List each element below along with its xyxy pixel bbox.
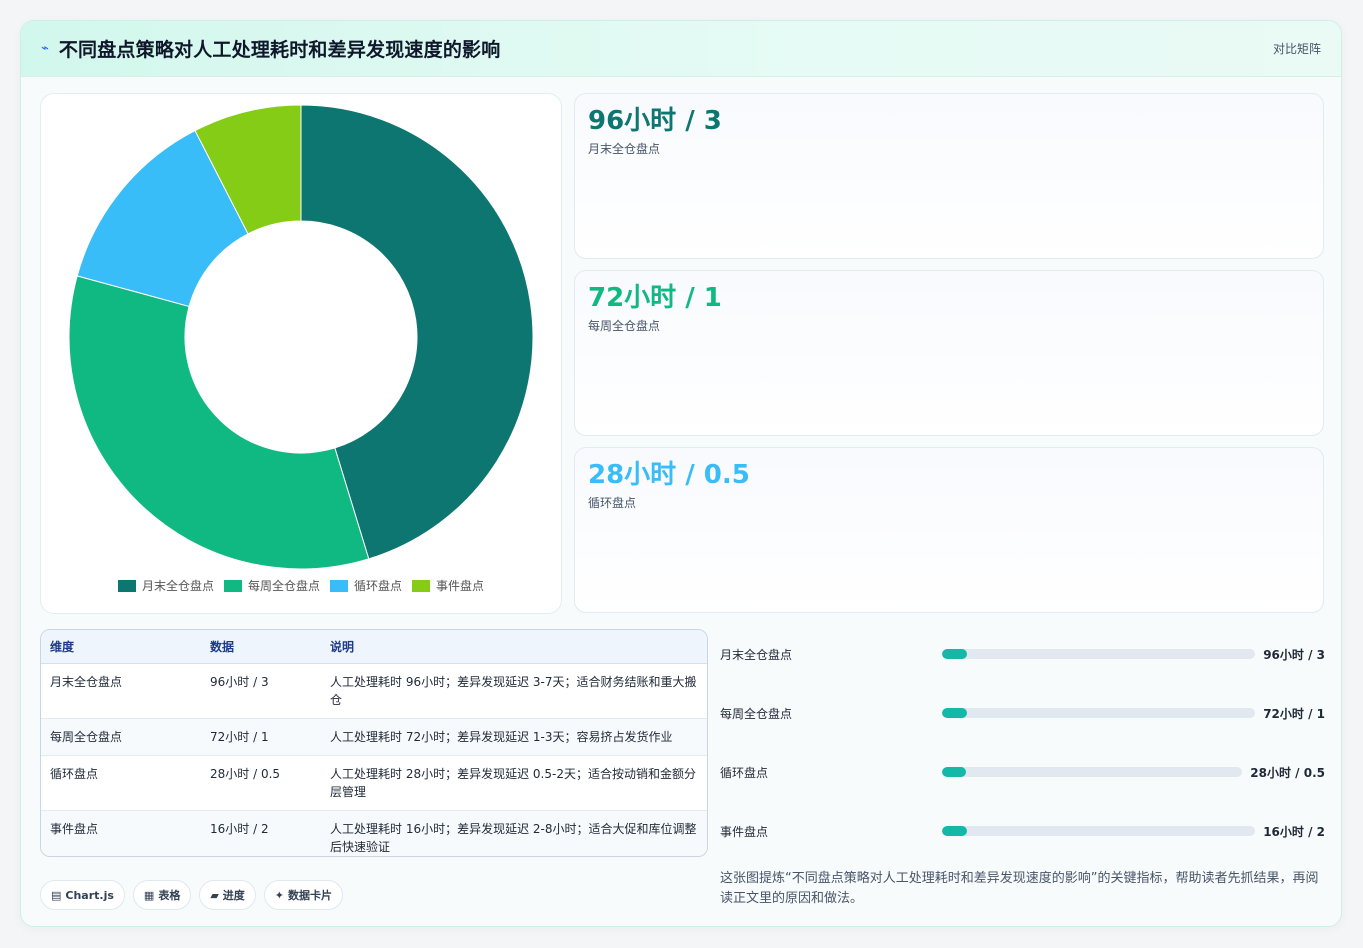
kpi-card: 96小时 / 3 月末全仓盘点: [574, 93, 1324, 259]
legend-item[interactable]: 事件盘点: [412, 577, 484, 594]
chip-label: 数据卡片: [288, 889, 333, 902]
main-card: ⌁ 不同盘点策略对人工处理耗时和差异发现速度的影响 对比矩阵 月末全仓盘点 每周全…: [20, 20, 1342, 927]
progress-value: 72小时 / 1: [1263, 706, 1325, 721]
legend-label: 月末全仓盘点: [141, 579, 214, 593]
kpi-label: 每周全仓盘点: [588, 319, 661, 333]
chip-card[interactable]: ✦ 数据卡片: [263, 880, 344, 910]
progress-value: 16小时 / 2: [1263, 824, 1325, 839]
progress-track: [942, 649, 1256, 659]
table-cell: 每周全仓盘点: [41, 718, 201, 756]
progress-row: 循环盘点 28小时 / 0.5: [720, 762, 1325, 782]
table-header-row: 维度 数据 说明: [41, 630, 707, 664]
kpi-value: 96小时 / 3: [588, 106, 722, 136]
table-header-cell: 说明: [321, 630, 707, 664]
pie-slice[interactable]: [68, 275, 370, 570]
data-table: 维度 数据 说明 月末全仓盘点 96小时 / 3 人工处理耗时 96小时；差异发…: [40, 629, 708, 857]
kpi-value: 72小时 / 1: [588, 283, 722, 313]
title-wrap: ⌁ 不同盘点策略对人工处理耗时和差异发现速度的影响: [41, 35, 500, 62]
chart-panel: 月末全仓盘点 每周全仓盘点 循环盘点 事件盘点: [40, 93, 562, 614]
table-cell: 人工处理耗时 72小时；差异发现延迟 1-3天；容易挤占发货作业: [321, 718, 707, 756]
page-title: 不同盘点策略对人工处理耗时和差异发现速度的影响: [58, 39, 501, 61]
summary-note: 这张图提炼“不同盘点策略对人工处理耗时和差异发现速度的影响”的关键指标，帮助读者…: [720, 871, 1319, 906]
legend-label: 事件盘点: [436, 579, 485, 593]
legend-label: 每周全仓盘点: [247, 579, 320, 593]
table-cell: 人工处理耗时 28小时；差异发现延迟 0.5-2天；适合按动销和金额分层管理: [321, 755, 707, 811]
progress-label: 月末全仓盘点: [720, 647, 793, 662]
donut-chart: [68, 104, 534, 570]
header: ⌁ 不同盘点策略对人工处理耗时和差异发现速度的影响 对比矩阵: [21, 21, 1341, 77]
chart-legend: 月末全仓盘点 每周全仓盘点 循环盘点 事件盘点: [41, 577, 561, 594]
chip-bar: ▤ Chart.js ▦ 表格 ▰ 进度 ✦ 数据卡片: [40, 880, 344, 910]
sparkle-icon: ⌁: [41, 41, 49, 56]
progress-fill: [942, 767, 967, 777]
table-header-cell: 数据: [201, 630, 321, 664]
legend-swatch: [412, 579, 431, 592]
kpi-label: 循环盘点: [588, 496, 637, 510]
chip-table[interactable]: ▦ 表格: [132, 880, 192, 910]
table-row: 循环盘点 28小时 / 0.5 人工处理耗时 28小时；差异发现延迟 0.5-2…: [41, 755, 707, 811]
table-row: 每周全仓盘点 72小时 / 1 人工处理耗时 72小时；差异发现延迟 1-3天；…: [41, 718, 707, 756]
legend-swatch: [330, 579, 348, 592]
chip-progress[interactable]: ▰ 进度: [199, 880, 256, 910]
table-icon: ▦: [143, 888, 155, 902]
legend-item[interactable]: 月末全仓盘点: [117, 577, 214, 594]
chip-chartjs[interactable]: ▤ Chart.js: [40, 880, 125, 910]
kpi-label: 月末全仓盘点: [588, 142, 661, 156]
progress-value: 96小时 / 3: [1263, 647, 1325, 662]
chip-label: Chart.js: [65, 888, 114, 902]
progress-track: [942, 826, 1256, 836]
progress-track: [942, 767, 1243, 777]
table-row: 事件盘点 16小时 / 2 人工处理耗时 16小时；差异发现延迟 2-8小时；适…: [41, 810, 707, 856]
kpi-card: 72小时 / 1 每周全仓盘点: [574, 270, 1324, 436]
card-icon: ✦: [274, 888, 285, 902]
progress-label: 循环盘点: [720, 765, 769, 780]
table-cell: 月末全仓盘点: [41, 663, 201, 719]
chip-label: 进度: [222, 889, 245, 902]
kpi-card: 28小时 / 0.5 循环盘点: [574, 447, 1324, 613]
progress-fill: [942, 708, 968, 718]
progress-fill: [942, 649, 968, 659]
progress-label: 事件盘点: [720, 824, 769, 839]
progress-fill: [942, 826, 968, 836]
progress-label: 每周全仓盘点: [720, 706, 793, 721]
legend-swatch: [223, 579, 242, 592]
legend-item[interactable]: 循环盘点: [330, 577, 402, 594]
legend-item[interactable]: 每周全仓盘点: [223, 577, 320, 594]
progress-row: 每周全仓盘点 72小时 / 1: [720, 703, 1325, 723]
progress-row: 事件盘点 16小时 / 2: [720, 821, 1325, 841]
table-cell: 72小时 / 1: [201, 718, 321, 756]
chip-label: 表格: [158, 889, 181, 902]
table-cell: 28小时 / 0.5: [201, 755, 321, 811]
table-cell: 人工处理耗时 16小时；差异发现延迟 2-8小时；适合大促和库位调整后快速验证: [321, 810, 707, 856]
table-row: 月末全仓盘点 96小时 / 3 人工处理耗时 96小时；差异发现延迟 3-7天；…: [41, 663, 707, 719]
progress-icon: ▰: [210, 888, 219, 902]
table-cell: 96小时 / 3: [201, 663, 321, 719]
progress-track: [942, 708, 1256, 718]
header-badge: 对比矩阵: [1272, 42, 1321, 56]
legend-label: 循环盘点: [354, 579, 403, 593]
kpi-value: 28小时 / 0.5: [588, 460, 750, 490]
legend-swatch: [117, 579, 136, 592]
table-cell: 16小时 / 2: [201, 810, 321, 856]
progress-value: 28小时 / 0.5: [1250, 765, 1325, 780]
progress-row: 月末全仓盘点 96小时 / 3: [720, 644, 1325, 664]
chart-icon: ▤: [51, 888, 62, 902]
table-cell: 循环盘点: [41, 755, 201, 811]
table-cell: 事件盘点: [41, 810, 201, 856]
table-cell: 人工处理耗时 96小时；差异发现延迟 3-7天；适合财务结账和重大搬仓: [321, 663, 707, 719]
table-header-cell: 维度: [41, 630, 201, 664]
